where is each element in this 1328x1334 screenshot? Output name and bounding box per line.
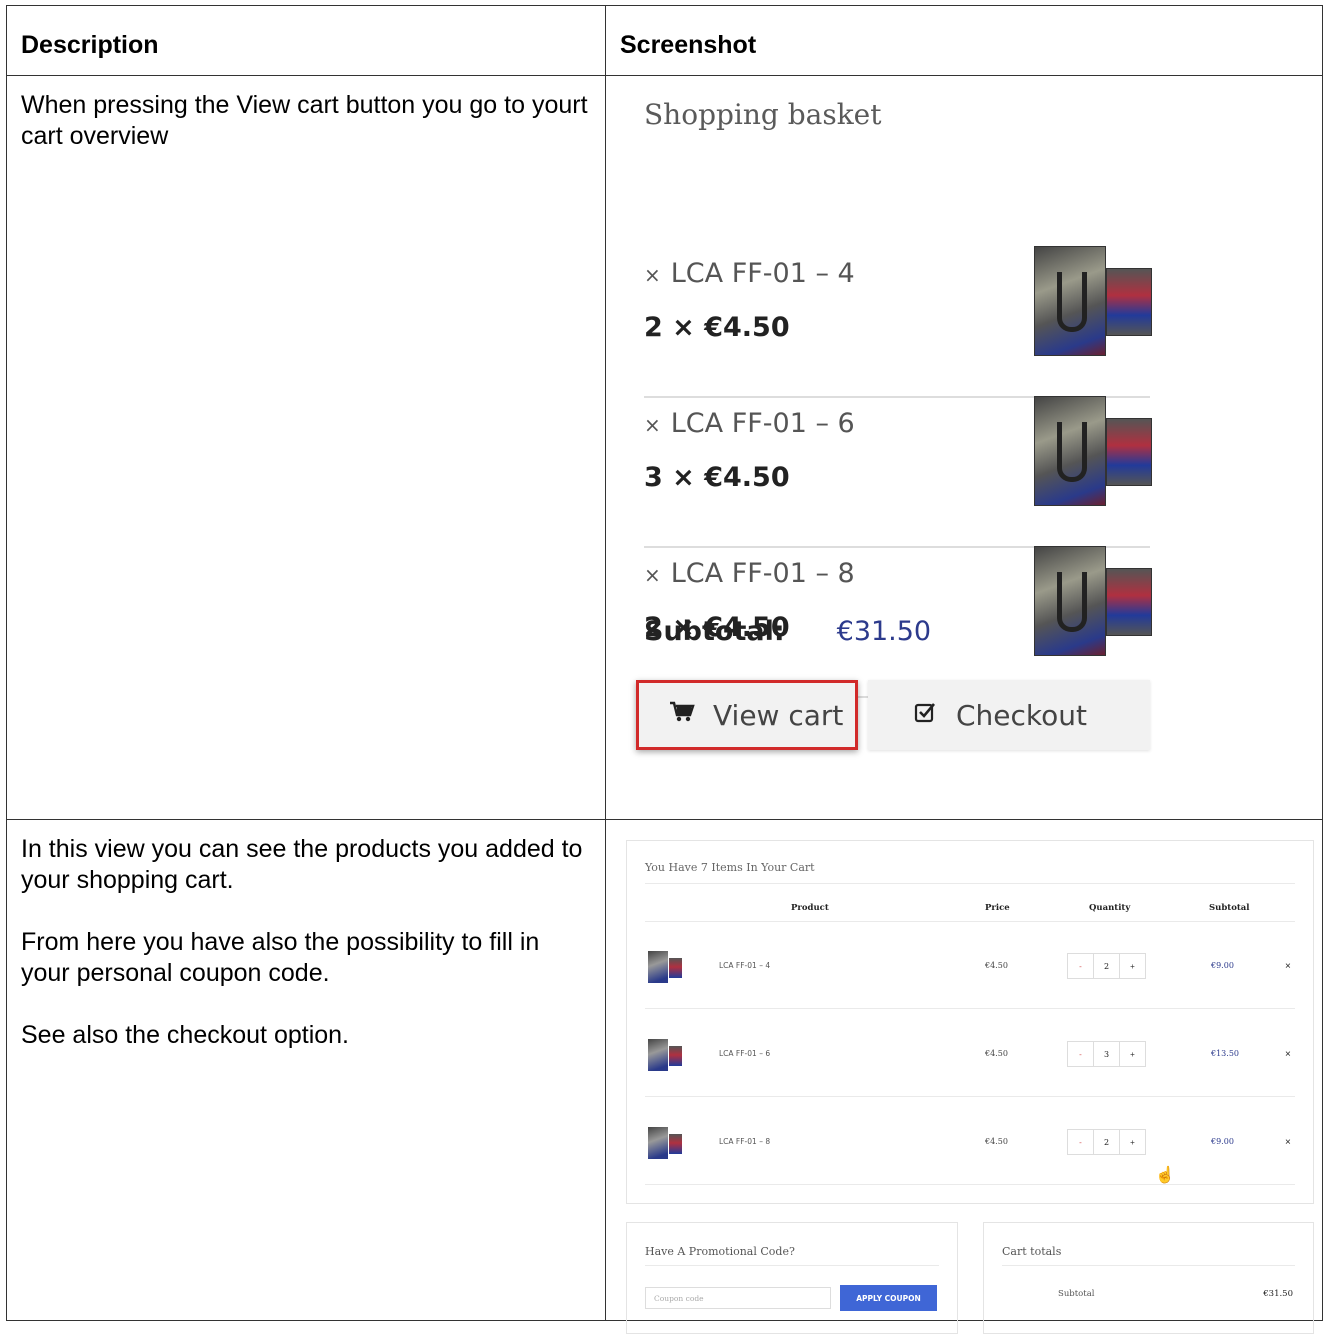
apply-coupon-button[interactable]: APPLY COUPON (840, 1285, 937, 1311)
product-thumbnail[interactable] (648, 951, 682, 983)
decrement-button[interactable]: - (1068, 1130, 1094, 1154)
checkout-label: Checkout (956, 698, 1087, 732)
product-price: €4.50 (985, 961, 1008, 970)
row-subtotal: €9.00 (1211, 1137, 1234, 1146)
coupon-code-input[interactable] (645, 1287, 831, 1309)
subtotal-value: €31.50 (836, 616, 932, 647)
row1-description-cell: When pressing the View cart button you g… (6, 75, 606, 820)
product-price: €4.50 (985, 1049, 1008, 1058)
mini-cart-item: × LCA FF-01 – 6 3 × €4.50 (644, 396, 1152, 548)
cart-icon (669, 700, 695, 730)
row2-paragraph: In this view you can see the products yo… (21, 835, 583, 894)
product-price: €4.50 (985, 1137, 1008, 1146)
remove-icon[interactable]: × (1285, 1137, 1291, 1148)
mini-item-name[interactable]: LCA FF-01 – 6 (671, 408, 855, 439)
view-cart-button[interactable]: View cart (636, 680, 858, 750)
table-row: LCA FF-01 – 6 €4.50 - 3 + €13.50 × (645, 1009, 1295, 1097)
remove-icon[interactable]: × (1285, 1049, 1291, 1060)
column-subtotal: Subtotal (1209, 903, 1250, 913)
decrement-button[interactable]: - (1068, 954, 1094, 978)
cart-page-screenshot: You Have 7 Items In Your Cart Product Pr… (606, 820, 1322, 1334)
header-description: Description (6, 5, 606, 76)
divider (645, 1265, 939, 1266)
totals-subtotal-value: €31.50 (1263, 1289, 1293, 1299)
quantity-input[interactable]: 3 (1094, 1042, 1119, 1066)
product-thumbnail[interactable] (1034, 546, 1152, 656)
table-row: LCA FF-01 – 8 €4.50 - 2 + €9.00 × ☝ (645, 1097, 1295, 1185)
product-name[interactable]: LCA FF-01 – 6 (719, 1049, 770, 1058)
remove-icon[interactable]: × (644, 263, 661, 287)
row-subtotal: €13.50 (1211, 1049, 1239, 1058)
header-screenshot: Screenshot (605, 5, 1323, 76)
column-price: Price (985, 903, 1010, 913)
mini-item-qty: 2 × €4.50 (644, 312, 790, 343)
totals-subtotal-label: Subtotal (1058, 1289, 1095, 1299)
product-thumbnail[interactable] (648, 1039, 682, 1071)
quantity-input[interactable]: 2 (1094, 1130, 1119, 1154)
mini-cart-subtotal: Subtotal: €31.50 (644, 616, 931, 647)
quantity-stepper: - 2 + (1067, 1129, 1146, 1155)
decrement-button[interactable]: - (1068, 1042, 1094, 1066)
row-subtotal: €9.00 (1211, 961, 1234, 970)
remove-icon[interactable]: × (1285, 961, 1291, 972)
document-table: Description Screenshot When pressing the… (6, 5, 1323, 1334)
divider (1002, 1265, 1295, 1266)
promo-title: Have A Promotional Code? (645, 1245, 795, 1258)
product-name[interactable]: LCA FF-01 – 4 (719, 961, 770, 970)
checkout-button[interactable]: Checkout (868, 680, 1150, 750)
table-row: LCA FF-01 – 4 €4.50 - 2 + €9.00 × (645, 921, 1295, 1009)
cart-heading: You Have 7 Items In Your Cart (645, 861, 815, 874)
product-thumbnail[interactable] (648, 1127, 682, 1159)
row1-screenshot-cell: Shopping basket × LCA FF-01 – 4 2 × €4.50… (605, 75, 1323, 820)
mini-cart-screenshot: Shopping basket × LCA FF-01 – 4 2 × €4.50… (606, 76, 1322, 818)
mini-item-name[interactable]: LCA FF-01 – 8 (671, 558, 855, 589)
column-quantity: Quantity (1089, 903, 1131, 913)
quantity-stepper: - 2 + (1067, 953, 1146, 979)
cart-totals-box: Cart totals Subtotal €31.50 (983, 1222, 1314, 1334)
promo-code-box: Have A Promotional Code? APPLY COUPON (626, 1222, 958, 1334)
column-product: Product (791, 903, 829, 913)
remove-icon[interactable]: × (644, 413, 661, 437)
divider (645, 883, 1295, 884)
quantity-stepper: - 3 + (1067, 1041, 1146, 1067)
mini-item-name[interactable]: LCA FF-01 – 4 (671, 258, 855, 289)
row2-screenshot-cell: You Have 7 Items In Your Cart Product Pr… (605, 819, 1323, 1334)
product-thumbnail[interactable] (1034, 246, 1152, 356)
remove-icon[interactable]: × (644, 563, 661, 587)
mini-item-qty: 3 × €4.50 (644, 462, 790, 493)
row2-paragraph: From here you have also the possibility … (21, 928, 540, 987)
divider (645, 1184, 1295, 1185)
cart-table: You Have 7 Items In Your Cart Product Pr… (626, 840, 1314, 1204)
product-name[interactable]: LCA FF-01 – 8 (719, 1137, 770, 1146)
quantity-input[interactable]: 2 (1094, 954, 1119, 978)
view-cart-label: View cart (713, 698, 844, 732)
mini-cart-item: × LCA FF-01 – 4 2 × €4.50 (644, 246, 1152, 398)
increment-button[interactable]: + (1119, 954, 1145, 978)
row1-description: When pressing the View cart button you g… (21, 91, 588, 150)
mini-cart-title: Shopping basket (644, 98, 882, 131)
row2-paragraph: See also the checkout option. (21, 1021, 350, 1049)
row2-description-cell: In this view you can see the products yo… (6, 819, 606, 1321)
subtotal-label: Subtotal: (644, 616, 785, 647)
totals-title: Cart totals (1002, 1245, 1062, 1258)
increment-button[interactable]: + (1119, 1130, 1145, 1154)
increment-button[interactable]: + (1119, 1042, 1145, 1066)
product-thumbnail[interactable] (1034, 396, 1152, 506)
checkbox-icon (914, 700, 938, 730)
hand-cursor-icon: ☝ (1155, 1167, 1175, 1184)
